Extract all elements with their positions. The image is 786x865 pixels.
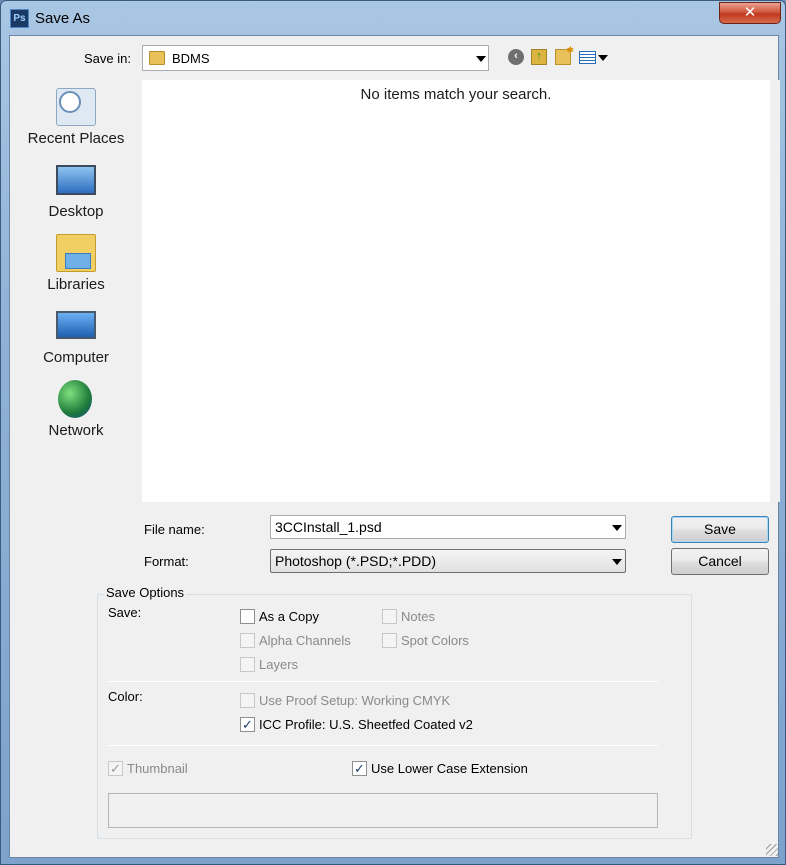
- photoshop-app-icon: Ps: [10, 9, 29, 28]
- desktop-icon: [56, 165, 96, 195]
- spot-colors-label: Spot Colors: [401, 633, 469, 648]
- place-libraries[interactable]: Libraries: [10, 234, 134, 304]
- options-separator: [108, 681, 658, 682]
- alpha-channels-label: Alpha Channels: [259, 633, 351, 648]
- as-a-copy-label: As a Copy: [259, 609, 319, 624]
- place-label: Libraries: [47, 276, 105, 293]
- lower-case-extension-label: Use Lower Case Extension: [371, 761, 528, 776]
- file-name-field[interactable]: [270, 515, 626, 539]
- notes-label: Notes: [401, 609, 435, 624]
- as-a-copy-checkbox[interactable]: [240, 609, 255, 624]
- dialog-client-area: Save in: BDMS ‹ ↑ Recent Places Desktop …: [9, 35, 780, 858]
- save-section-label: Save:: [108, 605, 142, 620]
- window-title: Save As: [35, 10, 91, 27]
- place-label: Network: [48, 422, 104, 439]
- view-menu-icon[interactable]: [579, 51, 596, 64]
- notes-checkbox: [382, 609, 397, 624]
- file-list-scroll-edge: [770, 80, 780, 502]
- save-options-title: Save Options: [104, 585, 187, 600]
- layers-checkbox: [240, 657, 255, 672]
- save-as-dialog: Ps Save As ✕ Save in: BDMS ‹ ↑ Recent Pl…: [0, 0, 786, 865]
- thumbnail-label: Thumbnail: [127, 761, 188, 776]
- format-label: Format:: [144, 554, 189, 569]
- title-bar[interactable]: Ps Save As ✕: [1, 1, 785, 35]
- view-menu-chevron-down-icon[interactable]: [598, 55, 608, 61]
- cancel-button[interactable]: Cancel: [671, 548, 769, 575]
- up-one-level-icon[interactable]: ↑: [531, 49, 547, 65]
- close-icon: ✕: [743, 4, 757, 21]
- place-label: Recent Places: [27, 130, 125, 147]
- format-value: Photoshop (*.PSD;*.PDD): [275, 553, 437, 569]
- resize-grip-icon[interactable]: [766, 844, 778, 856]
- file-name-history-chevron-down-icon[interactable]: [612, 525, 622, 531]
- place-recent-places[interactable]: Recent Places: [10, 88, 134, 158]
- close-button[interactable]: ✕: [719, 2, 781, 24]
- network-icon: [58, 380, 92, 418]
- options-separator: [108, 745, 658, 746]
- save-in-label: Save in:: [84, 51, 131, 66]
- save-in-value: BDMS: [172, 51, 210, 66]
- recent-places-icon: [56, 88, 96, 126]
- alpha-channels-checkbox: [240, 633, 255, 648]
- color-section-label: Color:: [108, 689, 143, 704]
- file-name-label: File name:: [144, 522, 205, 537]
- icc-profile-checkbox[interactable]: ✓: [240, 717, 255, 732]
- save-button[interactable]: Save: [671, 516, 769, 543]
- place-label: Computer: [43, 349, 109, 366]
- place-network[interactable]: Network: [10, 380, 134, 450]
- place-label: Desktop: [48, 203, 104, 220]
- lower-case-extension-checkbox[interactable]: ✓: [352, 761, 367, 776]
- format-dropdown[interactable]: Photoshop (*.PSD;*.PDD): [270, 549, 626, 573]
- spot-colors-checkbox: [382, 633, 397, 648]
- computer-icon: [56, 311, 96, 339]
- new-folder-icon[interactable]: [555, 45, 574, 65]
- place-computer[interactable]: Computer: [10, 307, 134, 377]
- save-in-dropdown[interactable]: BDMS: [142, 45, 489, 71]
- chevron-down-icon: [612, 559, 622, 565]
- file-name-input[interactable]: [273, 517, 593, 537]
- use-proof-setup-checkbox: [240, 693, 255, 708]
- place-desktop[interactable]: Desktop: [10, 161, 134, 231]
- layers-label: Layers: [259, 657, 299, 672]
- places-bar: Recent Places Desktop Libraries Computer…: [10, 80, 134, 570]
- empty-list-message: No items match your search.: [360, 86, 552, 103]
- use-proof-setup-label: Use Proof Setup: Working CMYK: [259, 693, 451, 708]
- back-icon[interactable]: ‹: [508, 49, 524, 65]
- libraries-icon: [56, 234, 96, 272]
- folder-icon: [149, 51, 165, 65]
- file-list[interactable]: No items match your search.: [142, 80, 770, 502]
- thumbnail-checkbox: ✓: [108, 761, 123, 776]
- chevron-down-icon: [476, 56, 486, 62]
- icc-profile-label: ICC Profile: U.S. Sheetfed Coated v2: [259, 717, 473, 732]
- description-box: [108, 793, 658, 828]
